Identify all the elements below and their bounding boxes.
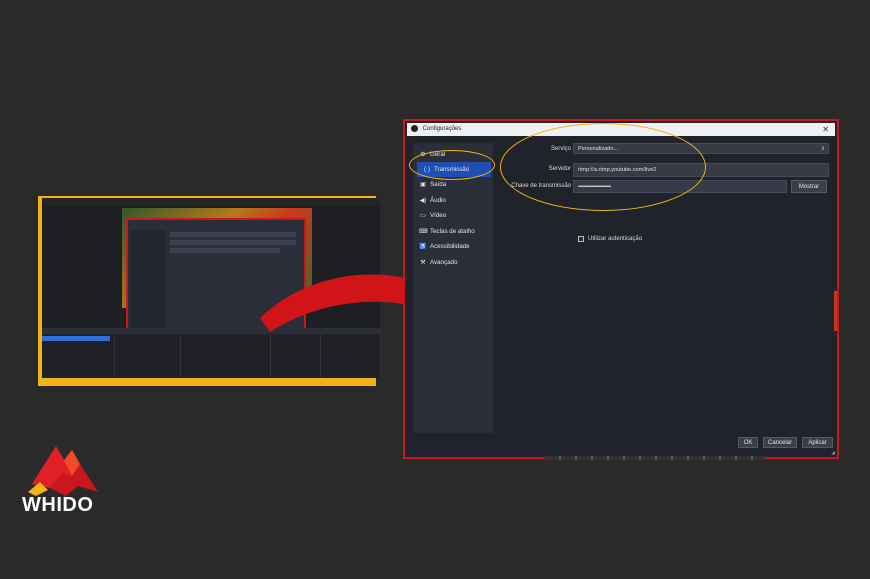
- background-status-strip: [545, 456, 765, 460]
- sidebar-item-label: Vídeo: [430, 212, 447, 219]
- sidebar-item-label: Avançado: [430, 259, 458, 266]
- thumbnail-menubar: [42, 198, 380, 206]
- cancel-button[interactable]: Cancelar: [763, 437, 797, 448]
- thumbnail-sources-panel: [114, 328, 181, 378]
- highlight-ellipse-fields: [500, 123, 706, 211]
- wrench-icon: ⚒: [420, 260, 426, 266]
- window-title: Configurações: [422, 126, 462, 132]
- use-auth-checkbox[interactable]: [578, 236, 584, 242]
- accessibility-icon: ♿: [419, 244, 427, 250]
- output-icon: ▣: [420, 182, 426, 188]
- chevron-updown-icon: ⇕: [820, 146, 825, 152]
- sidebar-item-label: Acessibilidade: [430, 243, 470, 250]
- show-key-button[interactable]: Mostrar: [791, 180, 827, 193]
- sidebar-item-label: Saída: [430, 181, 447, 188]
- sidebar-item-label: Áudio: [430, 197, 446, 204]
- thumbnail-dialog-sidebar: [131, 230, 165, 342]
- highlight-ellipse-transmissao: [409, 150, 495, 180]
- sidebar-item-video[interactable]: ▭ Vídeo: [413, 208, 493, 223]
- keyboard-icon: ⌨: [419, 229, 428, 235]
- speaker-icon: ◀): [419, 198, 427, 204]
- ok-button[interactable]: OK: [738, 437, 758, 448]
- settings-sidebar: ⚙ Geral (·) Transmissão ▣ Saída ◀) Áudio ▭ Ví…: [413, 143, 493, 433]
- sidebar-item-avancado[interactable]: ⚒ Avançado: [413, 255, 493, 270]
- sidebar-item-acessibilidade[interactable]: ♿ Acessibilidade: [413, 239, 493, 254]
- background-art-sliver: [834, 291, 837, 331]
- sidebar-item-label: Teclas de atalho: [430, 228, 475, 235]
- use-auth-label: Utilizar autenticação: [588, 236, 643, 242]
- sidebar-item-teclas-de-atalho[interactable]: ⌨ Teclas de atalho: [413, 224, 493, 239]
- close-icon[interactable]: ✕: [822, 123, 829, 136]
- brand-name: WHIDO: [22, 494, 94, 516]
- resize-grip-icon: ◢: [831, 450, 835, 456]
- monitor-icon: ▭: [420, 213, 426, 219]
- sidebar-item-audio[interactable]: ◀) Áudio: [413, 193, 493, 208]
- thumbnail-scenes-panel: [42, 328, 115, 378]
- apply-button[interactable]: Aplicar: [802, 437, 833, 448]
- obs-logo-icon: [411, 124, 418, 132]
